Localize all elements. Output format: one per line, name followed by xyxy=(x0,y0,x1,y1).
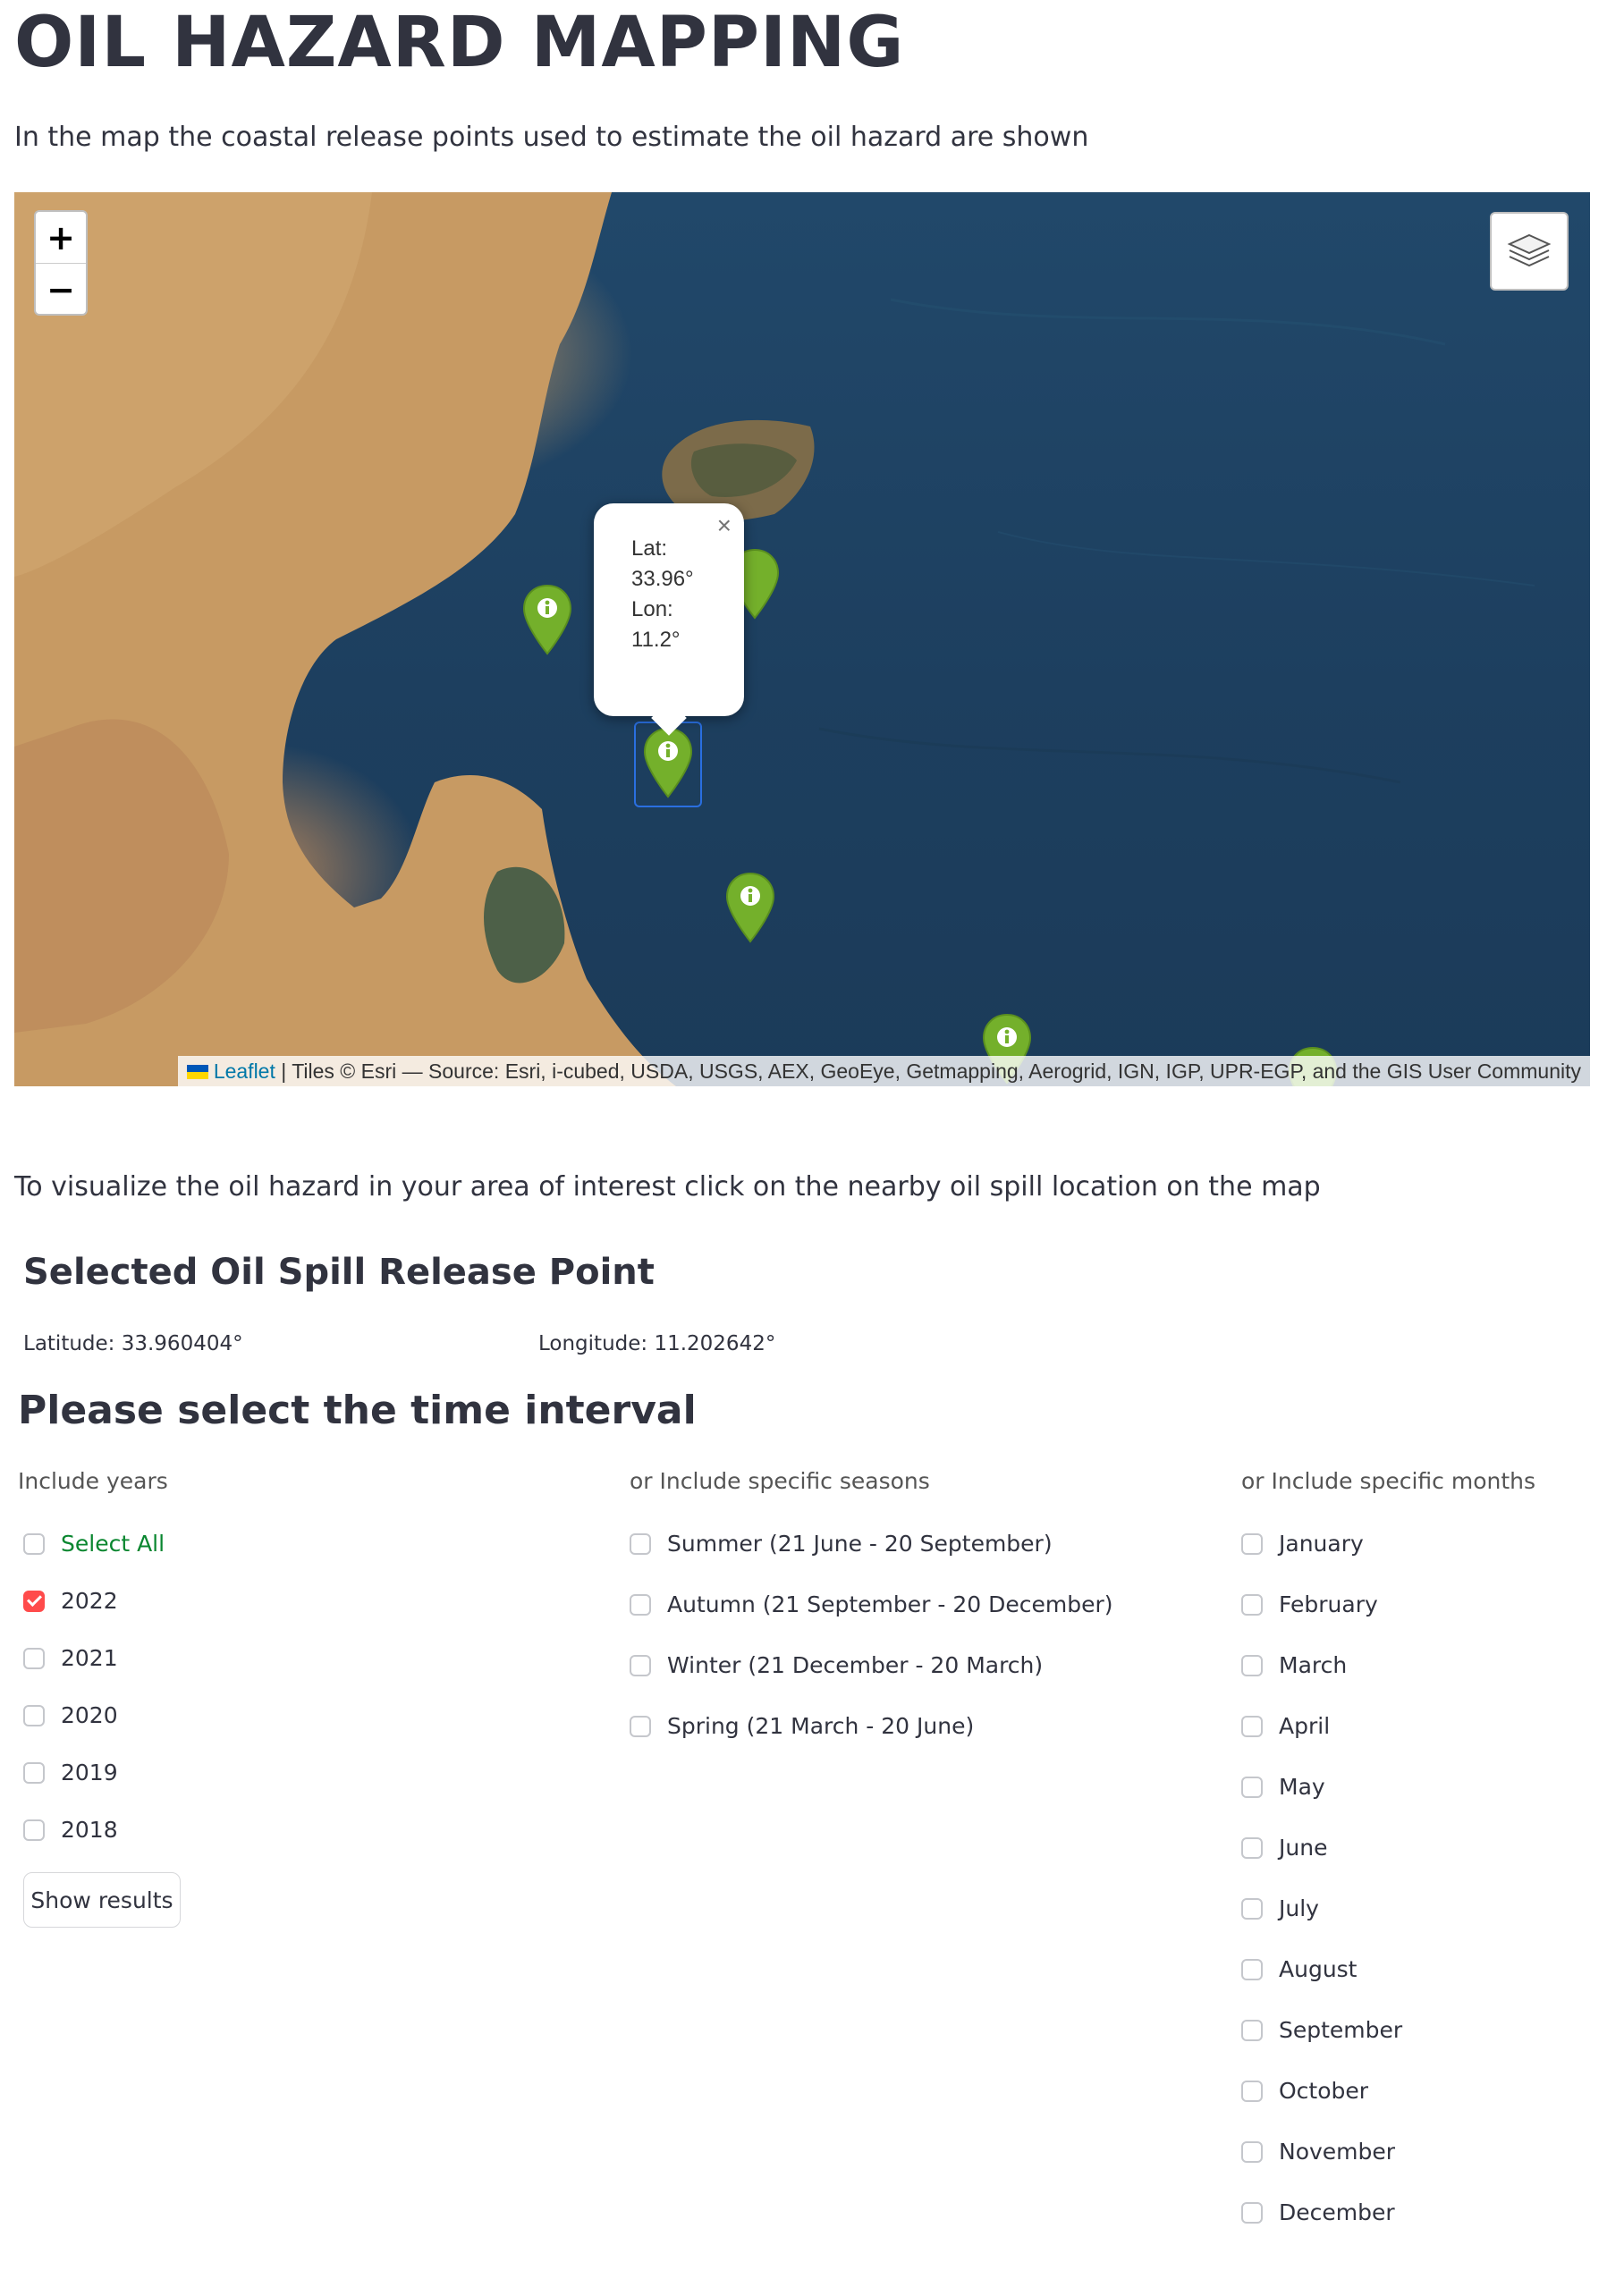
seasons-label: or Include specific seasons xyxy=(630,1468,930,1494)
map-terrain xyxy=(14,192,1535,1086)
layers-icon xyxy=(1507,233,1552,267)
checkbox-label: Winter (21 December - 20 March) xyxy=(667,1652,1044,1678)
checkbox[interactable] xyxy=(23,1761,45,1784)
year-checkbox-2020[interactable]: 2020 xyxy=(23,1702,118,1728)
checkbox[interactable] xyxy=(1241,1836,1263,1859)
checkbox[interactable] xyxy=(1241,1897,1263,1920)
hint-text: To visualize the oil hazard in your area… xyxy=(14,1171,1321,1203)
map-attribution: Leaflet | Tiles © Esri — Source: Esri, i… xyxy=(177,1056,1590,1086)
checkbox-label: Spring (21 March - 20 June) xyxy=(667,1713,975,1739)
checkbox-label: January xyxy=(1279,1531,1364,1557)
page-title: OIL HAZARD MAPPING xyxy=(14,3,905,83)
checkbox[interactable] xyxy=(630,1532,651,1555)
checkbox[interactable] xyxy=(1241,2019,1263,2041)
checkbox-label: December xyxy=(1279,2199,1395,2225)
popup-lon-label: Lon: xyxy=(631,597,673,621)
checkbox-label: Summer (21 June - 20 September) xyxy=(667,1531,1053,1557)
popup-lon-value: 11.2° xyxy=(631,628,681,652)
checkbox-label: March xyxy=(1279,1652,1348,1678)
checkbox-label: 2021 xyxy=(61,1645,118,1671)
checkbox-label: November xyxy=(1279,2139,1396,2165)
checkbox[interactable] xyxy=(630,1593,651,1616)
checkbox[interactable] xyxy=(630,1654,651,1676)
selected-longitude: Longitude: 11.202642° xyxy=(538,1332,776,1355)
checkbox[interactable] xyxy=(1241,2080,1263,2102)
checkbox-label: 2018 xyxy=(61,1817,118,1843)
month-checkbox-july[interactable]: July xyxy=(1241,1895,1319,1921)
checkbox[interactable] xyxy=(1241,1593,1263,1616)
checkbox-label: August xyxy=(1279,1956,1358,1982)
checkbox-label: 2020 xyxy=(61,1702,118,1728)
popup-close-button[interactable]: × xyxy=(717,511,732,541)
year-checkbox-2019[interactable]: 2019 xyxy=(23,1760,118,1785)
time-interval-title: Please select the time interval xyxy=(18,1388,697,1433)
month-checkbox-may[interactable]: May xyxy=(1241,1774,1325,1800)
attribution-text: | Tiles © Esri — Source: Esri, i-cubed, … xyxy=(275,1059,1581,1083)
checkbox-label: April xyxy=(1279,1713,1331,1739)
month-checkbox-december[interactable]: December xyxy=(1241,2199,1395,2225)
checkbox[interactable] xyxy=(1241,1958,1263,1980)
checkbox[interactable] xyxy=(1241,2201,1263,2224)
checkbox-label: May xyxy=(1279,1774,1325,1800)
selected-release-point-marker[interactable] xyxy=(643,727,693,800)
popup-lat-value: 33.96° xyxy=(631,567,694,591)
zoom-out-button[interactable]: − xyxy=(36,263,86,314)
selected-latitude: Latitude: 33.960404° xyxy=(23,1332,243,1355)
checkbox-label: September xyxy=(1279,2017,1403,2043)
layers-control-button[interactable] xyxy=(1490,212,1569,291)
checkbox[interactable] xyxy=(1241,2140,1263,2163)
release-points-map[interactable]: + − × Lat: 33.96° Lon: 11.2° Leaflet | T… xyxy=(14,192,1590,1086)
map-pin-icon xyxy=(643,727,693,798)
release-point-marker[interactable] xyxy=(522,584,572,657)
month-checkbox-august[interactable]: August xyxy=(1241,1956,1358,1982)
checkbox[interactable] xyxy=(23,1532,45,1555)
month-checkbox-september[interactable]: September xyxy=(1241,2017,1402,2043)
season-checkbox-spring[interactable]: Spring (21 March - 20 June) xyxy=(630,1713,974,1739)
checkbox[interactable] xyxy=(1241,1715,1263,1737)
ukraine-flag-icon xyxy=(186,1065,208,1079)
year-checkbox-2022[interactable]: 2022 xyxy=(23,1588,118,1614)
checkbox[interactable] xyxy=(1241,1654,1263,1676)
month-checkbox-april[interactable]: April xyxy=(1241,1713,1330,1739)
year-checkbox-2018[interactable]: 2018 xyxy=(23,1817,118,1843)
checkbox[interactable] xyxy=(23,1819,45,1841)
checkbox-label: July xyxy=(1279,1895,1319,1921)
checkbox-label: Autumn (21 September - 20 December) xyxy=(667,1591,1113,1617)
map-pin-icon xyxy=(725,872,775,943)
month-checkbox-october[interactable]: October xyxy=(1241,2078,1368,2104)
checkbox[interactable] xyxy=(630,1715,651,1737)
checkbox[interactable] xyxy=(23,1704,45,1726)
checkbox[interactable] xyxy=(23,1647,45,1669)
season-checkbox-summer[interactable]: Summer (21 June - 20 September) xyxy=(630,1531,1053,1557)
map-pin-icon xyxy=(522,584,572,655)
checkbox-label: October xyxy=(1279,2078,1369,2104)
checkbox-label: Select All xyxy=(61,1531,165,1557)
leaflet-link[interactable]: Leaflet xyxy=(214,1059,275,1083)
month-checkbox-january[interactable]: January xyxy=(1241,1531,1364,1557)
month-checkbox-march[interactable]: March xyxy=(1241,1652,1347,1678)
checkbox-label: 2019 xyxy=(61,1760,118,1785)
checkbox-label: February xyxy=(1279,1591,1378,1617)
show-results-button[interactable]: Show results xyxy=(23,1872,181,1928)
checkbox-label: 2022 xyxy=(61,1588,118,1614)
zoom-in-button[interactable]: + xyxy=(36,212,86,263)
checkbox-label: June xyxy=(1279,1835,1328,1861)
checkbox[interactable] xyxy=(1241,1776,1263,1798)
season-checkbox-winter[interactable]: Winter (21 December - 20 March) xyxy=(630,1652,1043,1678)
year-checkbox-2021[interactable]: 2021 xyxy=(23,1645,118,1671)
marker-popup: × Lat: 33.96° Lon: 11.2° xyxy=(594,503,744,736)
zoom-control: + − xyxy=(34,210,88,316)
month-checkbox-february[interactable]: February xyxy=(1241,1591,1378,1617)
year-select-all[interactable]: Select All xyxy=(23,1531,165,1557)
intro-text: In the map the coastal release points us… xyxy=(14,122,1089,153)
month-checkbox-june[interactable]: June xyxy=(1241,1835,1327,1861)
years-label: Include years xyxy=(18,1468,168,1494)
months-label: or Include specific months xyxy=(1241,1468,1536,1494)
release-point-marker[interactable] xyxy=(725,872,775,945)
selected-point-title: Selected Oil Spill Release Point xyxy=(23,1252,655,1293)
season-checkbox-autumn[interactable]: Autumn (21 September - 20 December) xyxy=(630,1591,1113,1617)
checkbox[interactable] xyxy=(23,1590,45,1612)
month-checkbox-november[interactable]: November xyxy=(1241,2139,1395,2165)
checkbox[interactable] xyxy=(1241,1532,1263,1555)
